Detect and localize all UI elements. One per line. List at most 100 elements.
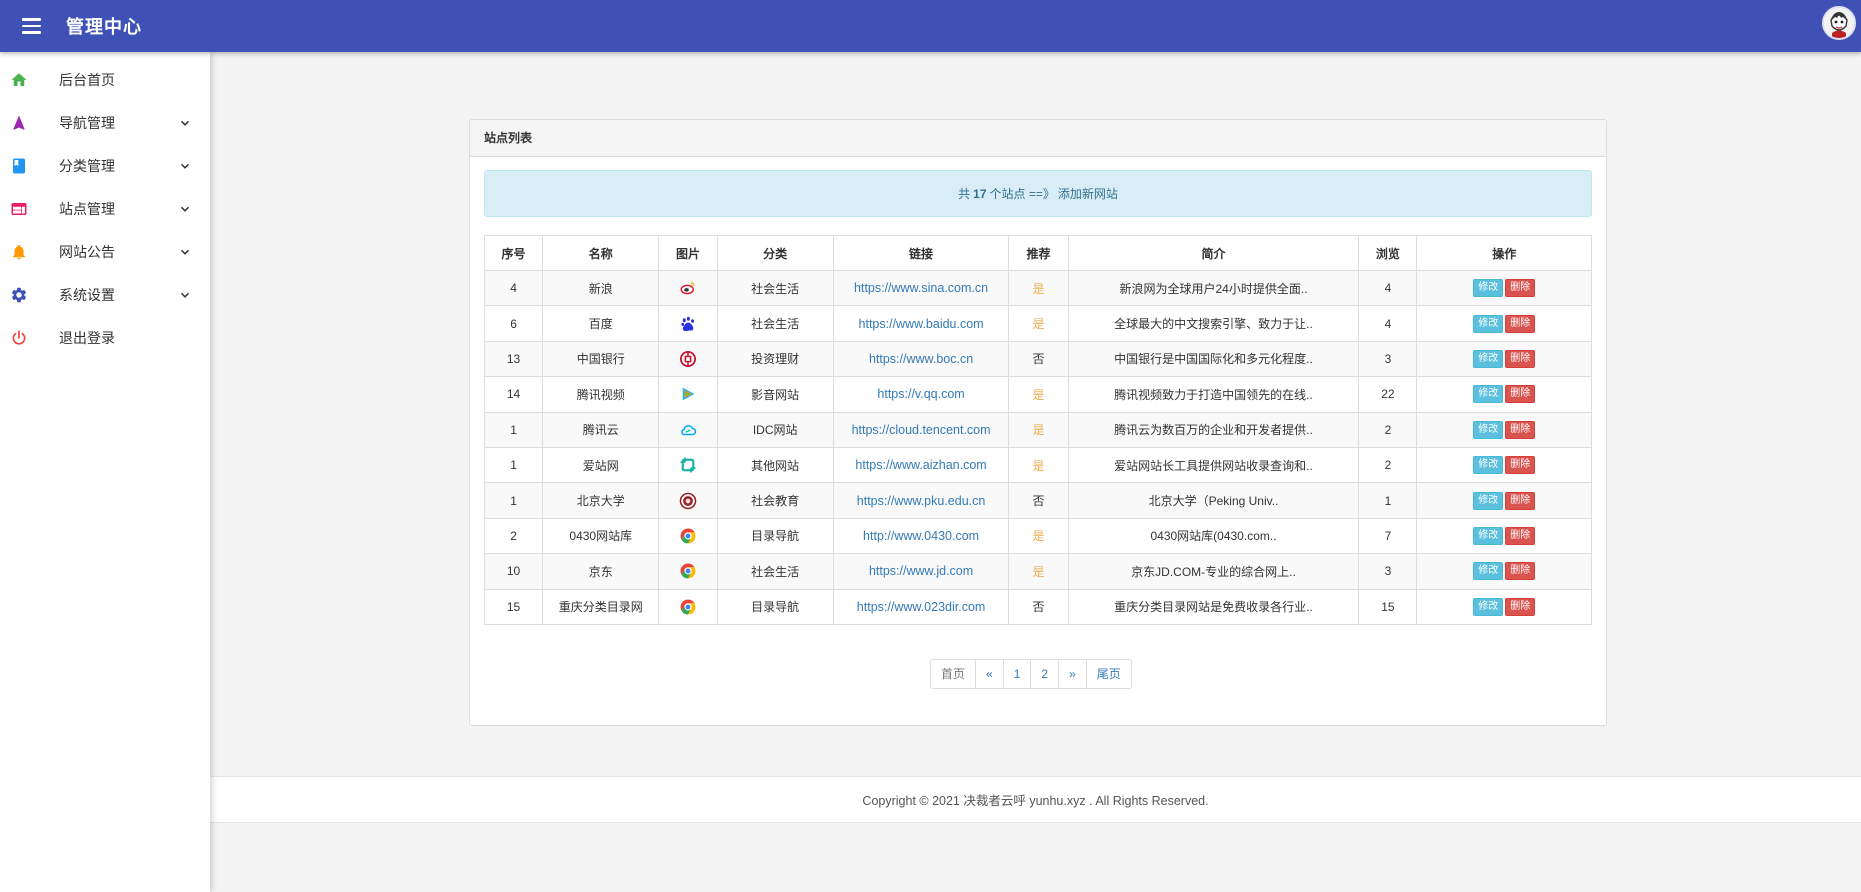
sidebar-item-announcements[interactable]: 网站公告 xyxy=(0,230,210,273)
cell-description: 爱站网站长工具提供网站收录查询和.. xyxy=(1067,446,1360,484)
sidebar-item-dashboard[interactable]: 后台首页 xyxy=(0,58,210,101)
column-header: 序号 xyxy=(483,235,544,271)
delete-button[interactable]: 删除 xyxy=(1505,562,1536,581)
edit-button[interactable]: 修改 xyxy=(1473,526,1504,545)
cell-views: 4 xyxy=(1358,269,1418,307)
aizhan-icon xyxy=(680,457,696,473)
cell-category: 社会生活 xyxy=(716,305,834,342)
cell-image xyxy=(658,517,718,555)
cell-id: 1 xyxy=(483,446,544,484)
edit-button[interactable]: 修改 xyxy=(1473,349,1504,368)
power-icon xyxy=(9,328,29,348)
cell-description: 0430网站库(0430.com.. xyxy=(1067,517,1360,555)
add-site-link[interactable]: 添加新网站 xyxy=(1058,185,1118,202)
page-prev-button[interactable]: « xyxy=(975,660,1003,688)
delete-button[interactable]: 删除 xyxy=(1505,597,1536,616)
panel-title: 站点列表 xyxy=(470,120,1606,157)
cell-link: https://www.pku.edu.cn xyxy=(832,482,1010,519)
edit-button[interactable]: 修改 xyxy=(1473,314,1504,333)
delete-button[interactable]: 删除 xyxy=(1505,385,1536,404)
cell-category: 目录导航 xyxy=(716,517,834,555)
cell-views: 22 xyxy=(1358,376,1418,413)
cell-name: 0430网站库 xyxy=(542,517,660,555)
book-icon xyxy=(9,156,29,176)
top-app-bar: 管理中心 xyxy=(0,0,1861,52)
delete-button[interactable]: 删除 xyxy=(1505,456,1536,475)
edit-button[interactable]: 修改 xyxy=(1473,385,1504,404)
cell-recommend: 否 xyxy=(1008,588,1069,625)
site-link[interactable]: https://www.baidu.com xyxy=(859,317,984,331)
site-link[interactable]: https://www.pku.edu.cn xyxy=(857,494,986,508)
page-2-button[interactable]: 2 xyxy=(1030,660,1058,688)
cell-link: https://www.023dir.com xyxy=(832,588,1010,625)
site-count-alert: 共 17 个站点 ==》 添加新网站 xyxy=(484,170,1592,217)
delete-button[interactable]: 删除 xyxy=(1505,314,1536,333)
page-1-button[interactable]: 1 xyxy=(1002,660,1031,688)
table-row: 14 腾讯视频 影音网站 https://v.qq.com 是 腾讯视频致力于打… xyxy=(483,376,1592,413)
cell-id: 1 xyxy=(483,411,544,448)
sidebar-item-sites[interactable]: 站点管理 xyxy=(0,187,210,230)
cell-category: 其他网站 xyxy=(716,446,834,484)
edit-button[interactable]: 修改 xyxy=(1473,597,1504,616)
edit-button[interactable]: 修改 xyxy=(1473,456,1504,475)
navigation-arrow-icon xyxy=(9,113,29,133)
cell-link: https://v.qq.com xyxy=(832,376,1010,413)
edit-button[interactable]: 修改 xyxy=(1473,562,1504,581)
sidebar-item-settings[interactable]: 系统设置 xyxy=(0,273,210,316)
site-link[interactable]: https://www.023dir.com xyxy=(857,600,986,614)
delete-button[interactable]: 删除 xyxy=(1505,526,1536,545)
cell-id: 15 xyxy=(483,588,544,625)
delete-button[interactable]: 删除 xyxy=(1505,349,1536,368)
column-header: 分类 xyxy=(716,235,834,271)
site-link[interactable]: http://www.0430.com xyxy=(863,529,979,543)
page-first-button[interactable]: 首页 xyxy=(931,660,975,688)
pagination: 首页 « 1 2 » 尾页 xyxy=(930,659,1132,689)
delete-button[interactable]: 删除 xyxy=(1505,491,1536,510)
avatar[interactable] xyxy=(1822,6,1856,40)
sidebar-item-label: 分类管理 xyxy=(59,157,115,174)
cell-link: https://www.aizhan.com xyxy=(832,446,1010,484)
edit-button[interactable]: 修改 xyxy=(1473,279,1504,298)
sidebar-item-label: 系统设置 xyxy=(59,286,115,303)
cell-name: 北京大学 xyxy=(542,482,660,519)
cell-description: 新浪网为全球用户24小时提供全面.. xyxy=(1067,269,1360,307)
site-link[interactable]: https://v.qq.com xyxy=(877,387,964,401)
sidebar-item-logout[interactable]: 退出登录 xyxy=(0,316,210,359)
edit-button[interactable]: 修改 xyxy=(1473,491,1504,510)
page-last-button[interactable]: 尾页 xyxy=(1085,660,1131,688)
cell-id: 14 xyxy=(483,376,544,413)
sidebar-item-label: 站点管理 xyxy=(59,200,115,217)
count-prefix: 共 xyxy=(958,187,971,201)
cell-image xyxy=(658,376,718,413)
page-next-button[interactable]: » xyxy=(1058,660,1086,688)
delete-button[interactable]: 删除 xyxy=(1505,279,1536,298)
web-icon xyxy=(9,199,29,219)
site-link[interactable]: https://cloud.tencent.com xyxy=(852,423,991,437)
cell-category: 投资理财 xyxy=(716,340,834,378)
cell-image xyxy=(658,340,718,378)
app-title: 管理中心 xyxy=(66,17,142,37)
cell-description: 中国银行是中国国际化和多元化程度.. xyxy=(1067,340,1360,378)
sidebar-item-categories[interactable]: 分类管理 xyxy=(0,144,210,187)
site-link[interactable]: https://www.boc.cn xyxy=(869,352,973,366)
cell-views: 3 xyxy=(1358,553,1418,590)
column-header: 简介 xyxy=(1067,235,1360,271)
cell-recommend: 是 xyxy=(1008,517,1069,555)
cell-recommend: 是 xyxy=(1008,305,1069,342)
site-link[interactable]: https://www.jd.com xyxy=(869,564,973,578)
sidebar-item-label: 导航管理 xyxy=(59,114,115,131)
cell-description: 重庆分类目录网站是免费收录各行业.. xyxy=(1067,588,1360,625)
main-content: 站点列表 共 17 个站点 ==》 添加新网站 序号 名称 图片 分类 链接 推… xyxy=(210,52,1861,892)
delete-button[interactable]: 删除 xyxy=(1505,420,1536,439)
cell-name: 爱站网 xyxy=(542,446,660,484)
cell-actions: 修改 删除 xyxy=(1416,269,1592,307)
sidebar-item-navigation[interactable]: 导航管理 xyxy=(0,101,210,144)
hamburger-menu-icon[interactable] xyxy=(8,5,54,47)
table-row: 2 0430网站库 目录导航 http://www.0430.com 是 043… xyxy=(483,517,1592,555)
cell-recommend: 是 xyxy=(1008,411,1069,448)
cell-name: 腾讯云 xyxy=(542,411,660,448)
site-link[interactable]: https://www.sina.com.cn xyxy=(854,281,988,295)
table-row: 1 腾讯云 IDC网站 https://cloud.tencent.com 是 … xyxy=(483,411,1592,448)
site-link[interactable]: https://www.aizhan.com xyxy=(855,458,986,472)
edit-button[interactable]: 修改 xyxy=(1473,420,1504,439)
